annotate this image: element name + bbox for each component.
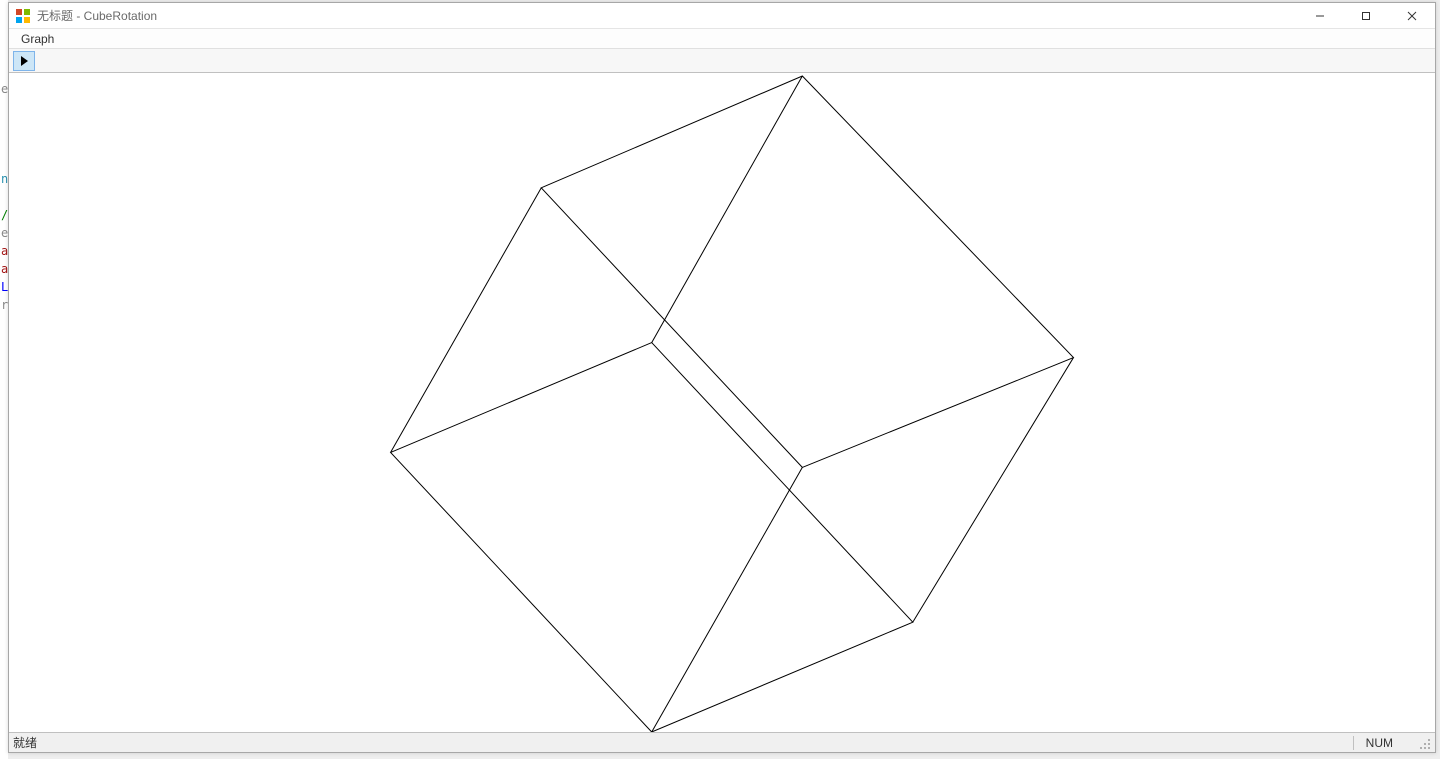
titlebar-controls [1297, 3, 1435, 28]
drawing-canvas[interactable] [9, 73, 1435, 732]
play-button[interactable] [13, 51, 35, 71]
maximize-icon [1361, 11, 1371, 21]
toolbar [9, 49, 1435, 73]
minimize-button[interactable] [1297, 3, 1343, 28]
status-ready: 就绪 [13, 734, 37, 751]
maximize-button[interactable] [1343, 3, 1389, 28]
close-button[interactable] [1389, 3, 1435, 28]
cube-wireframe [9, 73, 1435, 732]
statusbar: 就绪 NUM [9, 732, 1435, 752]
background-editor-gutter: e n / e a a L r [0, 0, 8, 759]
minimize-icon [1315, 11, 1325, 21]
numlock-indicator: NUM [1353, 736, 1405, 750]
menu-graph[interactable]: Graph [15, 30, 60, 48]
app-window: 无标题 - CubeRotation Graph [8, 2, 1436, 753]
menubar: Graph [9, 29, 1435, 49]
window-title: 无标题 - CubeRotation [37, 7, 157, 24]
app-icon [15, 8, 31, 24]
titlebar[interactable]: 无标题 - CubeRotation [9, 3, 1435, 29]
close-icon [1407, 11, 1417, 21]
play-icon [20, 56, 28, 66]
resize-grip[interactable] [1417, 736, 1431, 750]
titlebar-left: 无标题 - CubeRotation [15, 7, 157, 24]
status-right: NUM [1353, 736, 1431, 750]
resize-grip-icon [1419, 738, 1431, 750]
